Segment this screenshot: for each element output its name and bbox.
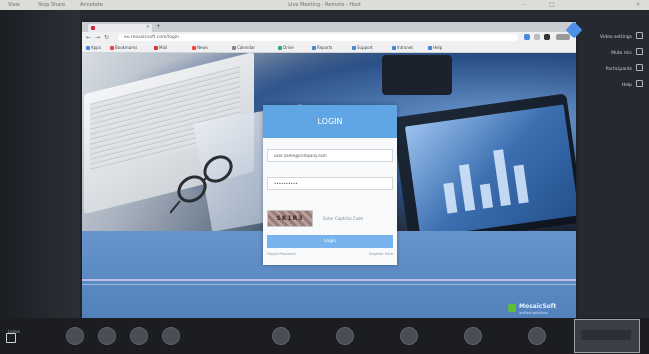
band-stripe	[82, 279, 576, 281]
camera-toggle-icon[interactable]	[66, 327, 84, 345]
bookmark-item[interactable]: Intranet	[392, 45, 413, 50]
meeting-control-bar: Leave	[0, 318, 649, 354]
glasses-illustration	[170, 155, 233, 214]
brand-name: MosaicSoft	[519, 303, 557, 310]
more-options-icon[interactable]	[400, 327, 418, 345]
menu-icon[interactable]	[556, 34, 570, 40]
mic-icon	[636, 48, 643, 55]
reactions-icon[interactable]	[336, 327, 354, 345]
close-icon[interactable]: ×	[634, 1, 642, 8]
brand-tagline: unified solutions	[519, 311, 548, 315]
browser-tab[interactable]: ×	[88, 24, 152, 32]
bookmark-item[interactable]: News	[192, 45, 208, 50]
band-stripe	[82, 284, 576, 285]
brand-logo: MosaicSoft unified solutions	[508, 302, 568, 316]
web-page: LOGIN user.name@company.com •••••••••• S…	[82, 53, 576, 330]
tablet-screen	[404, 104, 576, 238]
self-view-thumbnail[interactable]	[574, 319, 640, 353]
participants-icon	[636, 64, 643, 71]
stage-shadow	[0, 10, 80, 326]
captcha-input[interactable]: Enter Captcha Code	[317, 210, 393, 227]
end-call-icon[interactable]	[528, 327, 546, 345]
username-field[interactable]: user.name@company.com	[267, 149, 393, 162]
self-view-video	[581, 330, 631, 340]
reload-icon[interactable]: ↻	[104, 34, 109, 41]
bookmark-item[interactable]: Drive	[278, 45, 294, 50]
password-field[interactable]: ••••••••••	[267, 177, 393, 190]
exit-icon[interactable]	[6, 333, 16, 343]
brand-mark-icon	[508, 304, 516, 312]
bookmark-item[interactable]: Support	[352, 45, 373, 50]
help-icon	[636, 80, 643, 87]
participants-button[interactable]: Participants	[606, 64, 643, 72]
video-settings-icon	[636, 32, 643, 39]
bookmark-item[interactable]: Mail	[154, 45, 167, 50]
shared-browser-window: × + ← → ↻ eu.mosaicsoft.com/login Apps B…	[82, 22, 576, 330]
microphone-toggle-icon[interactable]	[98, 327, 116, 345]
bookmark-item[interactable]: Calendar	[232, 45, 255, 50]
captcha-image: SK1R3	[267, 210, 313, 227]
help-button[interactable]: Help	[622, 80, 643, 88]
bookmark-item[interactable]: Apps	[86, 45, 101, 50]
browser-tabstrip: × +	[82, 22, 576, 32]
maximize-icon[interactable]: □	[548, 1, 556, 8]
login-links: Forgot Password Register Here	[267, 252, 393, 260]
video-settings-button[interactable]: Video settings	[600, 32, 643, 40]
back-icon[interactable]: ←	[86, 34, 91, 41]
login-card: LOGIN user.name@company.com •••••••••• S…	[263, 105, 397, 265]
extension-icon[interactable]	[524, 34, 530, 40]
bookmark-item[interactable]: Reports	[312, 45, 332, 50]
address-bar[interactable]: eu.mosaicsoft.com/login	[118, 34, 518, 41]
browser-toolbar: ← → ↻ eu.mosaicsoft.com/login	[82, 32, 576, 43]
profile-icon[interactable]	[544, 34, 550, 40]
new-tab-icon[interactable]: +	[156, 23, 161, 30]
share-screen-icon[interactable]	[130, 327, 148, 345]
meeting-stage: × + ← → ↻ eu.mosaicsoft.com/login Apps B…	[0, 10, 649, 330]
minimize-icon[interactable]: –	[520, 1, 528, 8]
tab-close-icon[interactable]: ×	[146, 24, 150, 30]
phone-illustration	[382, 55, 452, 95]
bookmark-item[interactable]: Help	[428, 45, 442, 50]
login-header: LOGIN	[263, 105, 397, 138]
record-icon[interactable]	[272, 327, 290, 345]
bookmark-star-icon[interactable]	[534, 34, 540, 40]
register-link[interactable]: Register Here	[369, 252, 393, 256]
login-button[interactable]: Login	[267, 235, 393, 248]
forward-icon[interactable]: →	[95, 34, 100, 41]
mute-mic-button[interactable]: Mute mic	[611, 48, 643, 56]
bookmarks-bar: Apps Bookmarks Mail News Calendar Drive …	[82, 43, 576, 53]
raise-hand-icon[interactable]	[464, 327, 482, 345]
meeting-title-bar: View Stop Share Annotate Live Meeting - …	[0, 0, 649, 10]
bookmark-item[interactable]: Bookmarks	[110, 45, 137, 50]
chat-icon[interactable]	[162, 327, 180, 345]
forgot-password-link[interactable]: Forgot Password	[267, 252, 296, 256]
favicon-icon	[91, 26, 95, 30]
